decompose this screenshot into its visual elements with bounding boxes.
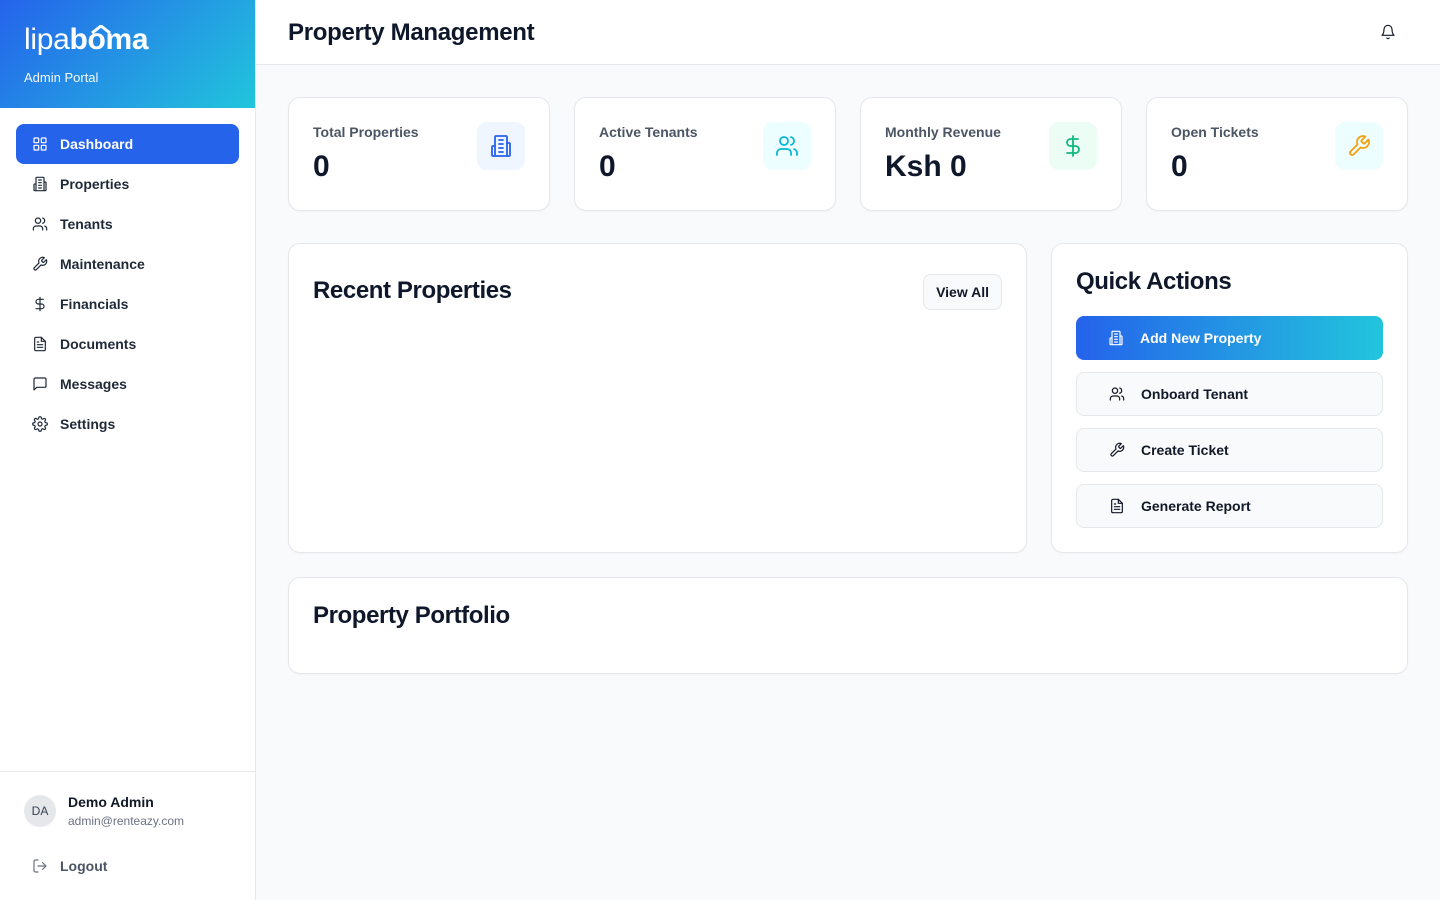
building-icon: [477, 122, 525, 170]
button-label: Create Ticket: [1141, 442, 1229, 458]
dollar-icon: [32, 296, 48, 312]
property-portfolio-panel: Property Portfolio: [288, 577, 1408, 674]
document-icon: [32, 336, 48, 352]
sidebar-item-settings[interactable]: Settings: [16, 404, 239, 444]
notifications-button[interactable]: [1380, 24, 1396, 40]
sidebar-item-label: Settings: [60, 416, 116, 432]
sidebar-item-label: Documents: [60, 336, 137, 352]
logo-text-lipa: lipa: [24, 23, 70, 56]
create-ticket-button[interactable]: Create Ticket: [1076, 428, 1383, 472]
stat-card-active-tenants: Active Tenants 0: [574, 97, 836, 211]
dollar-icon: [1049, 122, 1097, 170]
view-all-button[interactable]: View All: [923, 274, 1002, 310]
sidebar-item-label: Properties: [60, 176, 130, 192]
generate-report-button[interactable]: Generate Report: [1076, 484, 1383, 528]
recent-properties-panel: Recent Properties View All: [288, 243, 1027, 553]
sidebar-item-label: Dashboard: [60, 136, 134, 152]
sidebar-item-label: Tenants: [60, 216, 113, 232]
logo[interactable]: lipa boma: [24, 22, 231, 58]
sidebar-item-messages[interactable]: Messages: [16, 364, 239, 404]
sidebar-item-maintenance[interactable]: Maintenance: [16, 244, 239, 284]
logout-icon: [33, 859, 47, 873]
users-icon: [32, 216, 48, 232]
document-icon: [1111, 498, 1123, 514]
logout-button[interactable]: Logout: [24, 858, 231, 874]
recent-properties-title: Recent Properties: [313, 277, 512, 304]
bell-icon: [1381, 24, 1395, 40]
sidebar-item-financials[interactable]: Financials: [16, 284, 239, 324]
logo-text-boma-wrap: boma: [70, 23, 149, 56]
building-icon: [32, 176, 48, 192]
sidebar-item-label: Messages: [60, 376, 127, 392]
brand-header: lipa boma Admin Portal: [0, 0, 255, 108]
sidebar-item-documents[interactable]: Documents: [16, 324, 239, 364]
stat-card-open-tickets: Open Tickets 0: [1146, 97, 1408, 211]
button-label: Add New Property: [1140, 330, 1262, 346]
user-profile[interactable]: DA Demo Admin admin@renteazy.com: [24, 794, 231, 828]
users-icon: [763, 122, 811, 170]
onboard-tenant-button[interactable]: Onboard Tenant: [1076, 372, 1383, 416]
wrench-icon: [1110, 442, 1125, 457]
stat-card-total-properties: Total Properties 0: [288, 97, 550, 211]
sidebar-item-tenants[interactable]: Tenants: [16, 204, 239, 244]
user-info: Demo Admin admin@renteazy.com: [68, 794, 184, 828]
sidebar-item-label: Financials: [60, 296, 129, 312]
building-icon: [1109, 330, 1123, 346]
grid-icon: [32, 136, 48, 152]
add-new-property-button[interactable]: Add New Property: [1076, 316, 1383, 360]
sidebar-nav: Dashboard Properties Tenants Maintenance…: [0, 108, 255, 460]
property-portfolio-title: Property Portfolio: [313, 602, 510, 629]
user-name: Demo Admin: [68, 794, 154, 810]
sidebar: lipa boma Admin Portal Dashboard Properti…: [0, 0, 256, 900]
wrench-icon: [1335, 122, 1383, 170]
roof-icon: [90, 25, 111, 34]
button-label: Onboard Tenant: [1141, 386, 1249, 402]
quick-actions-panel: Quick Actions Add New Property Onboard T…: [1051, 243, 1408, 553]
top-header: Property Management: [256, 0, 1440, 65]
gear-icon: [32, 416, 48, 432]
portal-subtitle: Admin Portal: [24, 70, 99, 85]
stat-card-monthly-revenue: Monthly Revenue Ksh 0: [860, 97, 1122, 211]
logout-label: Logout: [60, 858, 108, 874]
wrench-icon: [32, 256, 48, 272]
user-email: admin@renteazy.com: [68, 814, 185, 828]
button-label: Generate Report: [1141, 498, 1251, 514]
sidebar-item-dashboard[interactable]: Dashboard: [16, 124, 239, 164]
message-icon: [32, 376, 48, 392]
quick-actions-title: Quick Actions: [1076, 268, 1232, 295]
sidebar-item-properties[interactable]: Properties: [16, 164, 239, 204]
sidebar-item-label: Maintenance: [60, 256, 145, 272]
page-title: Property Management: [288, 19, 535, 46]
sidebar-footer: DA Demo Admin admin@renteazy.com Logout: [0, 771, 255, 900]
avatar: DA: [24, 795, 56, 827]
users-icon: [1109, 387, 1125, 401]
